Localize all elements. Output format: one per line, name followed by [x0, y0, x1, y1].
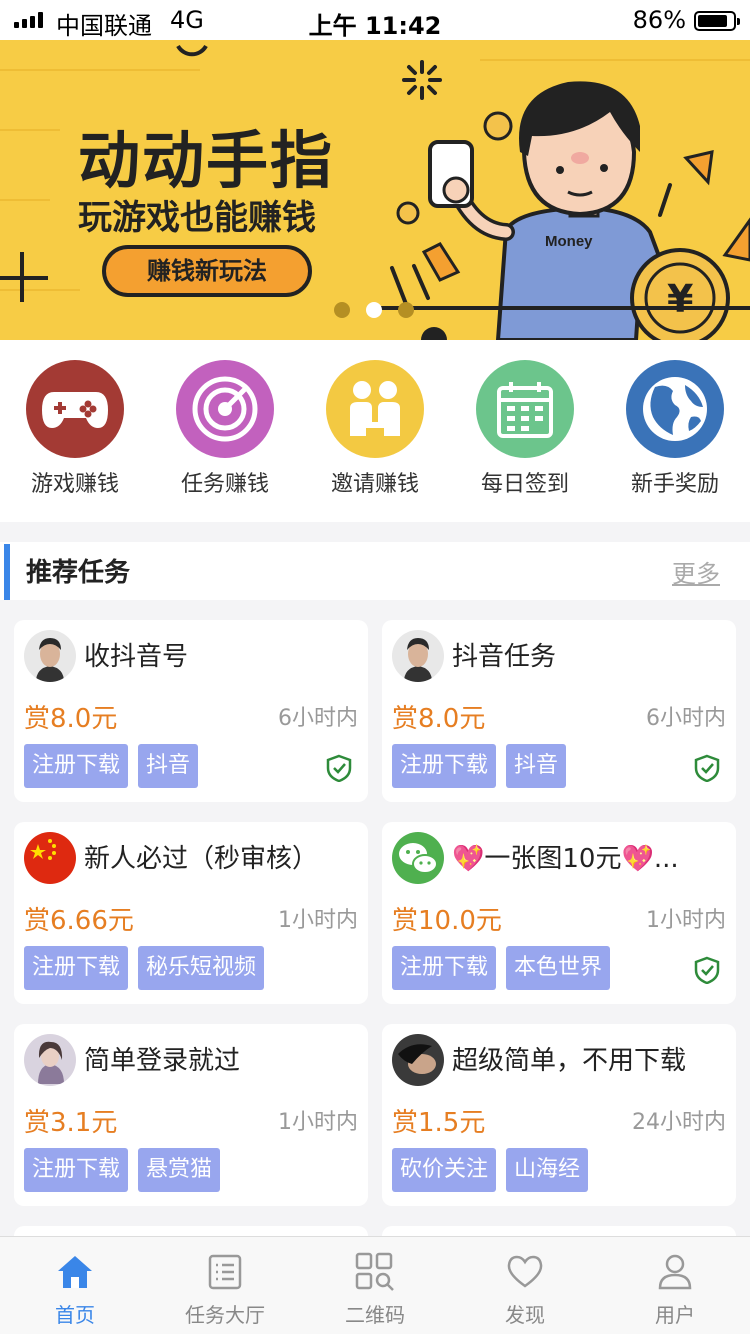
battery-icon: [694, 11, 740, 31]
tab-label: 发现: [505, 1303, 545, 1327]
menu-label: 新手奖励: [630, 472, 719, 497]
wechat-avatar: [392, 832, 444, 884]
task-reward: 赏8.0元: [24, 704, 118, 734]
task-tag: 秘乐短视频: [138, 946, 265, 990]
menu-label: 任务赚钱: [180, 472, 269, 497]
menu-label: 游戏赚钱: [30, 472, 119, 497]
handshake-icon: [326, 360, 424, 458]
task-reward: 赏8.0元: [392, 704, 486, 734]
menu-label: 邀请赚钱: [330, 472, 419, 497]
verified-shield-icon: [694, 956, 720, 984]
task-tag: 本色世界: [506, 946, 611, 990]
battery-percent: 86%: [632, 6, 686, 34]
task-deadline: 1小时内: [278, 908, 358, 933]
verified-shield-icon: [326, 754, 352, 782]
task-title: 新人必过（秒审核）: [84, 844, 319, 874]
task-reward: 赏10.0元: [392, 906, 502, 936]
task-card[interactable]: 💖一张图10元💖... 赏10.0元 1小时内 注册下载 本色世界: [382, 822, 736, 1004]
coin-symbol: ¥: [667, 277, 693, 321]
tab-qrcode[interactable]: 二维码: [300, 1251, 450, 1328]
task-card[interactable]: 简单登录就过 赏3.1元 1小时内 注册下载 悬赏猫: [14, 1024, 368, 1206]
shirt-text: Money: [545, 233, 593, 250]
task-title: 收抖音号: [84, 642, 189, 672]
tab-label: 二维码: [345, 1303, 405, 1327]
dark-avatar: [392, 1034, 444, 1086]
radar-icon: [176, 360, 274, 458]
globe-icon: [626, 360, 724, 458]
tab-label: 用户: [655, 1303, 695, 1327]
section-accent-bar: [4, 544, 10, 600]
task-deadline: 1小时内: [646, 908, 726, 933]
china-flag-avatar: [24, 832, 76, 884]
user-icon: [600, 1251, 750, 1293]
task-tag: 注册下载: [24, 1148, 129, 1192]
task-tag: 注册下载: [24, 744, 129, 788]
menu-daily-signin[interactable]: 每日签到: [470, 360, 580, 498]
tab-home[interactable]: 首页: [0, 1251, 150, 1328]
task-tag: 悬赏猫: [138, 1148, 221, 1192]
gamepad-icon: [26, 360, 124, 458]
list-icon: [150, 1251, 300, 1293]
task-deadline: 1小时内: [278, 1110, 358, 1135]
promo-banner[interactable]: Money ¥ 动动手指 玩游戏也能赚钱 赚钱新玩法: [0, 40, 750, 340]
tab-bar: 首页 任务大厅 二维码 发现 用户: [0, 1236, 750, 1334]
person-avatar: [24, 630, 76, 682]
girl-avatar: [24, 1034, 76, 1086]
home-icon: [0, 1251, 150, 1293]
menu-label: 每日签到: [480, 472, 569, 497]
carousel-dot-active[interactable]: [366, 302, 382, 318]
tab-label: 任务大厅: [185, 1303, 265, 1327]
tab-label: 首页: [55, 1303, 95, 1327]
more-link[interactable]: 更多: [672, 554, 720, 589]
task-deadline: 6小时内: [646, 706, 726, 731]
carousel-dot[interactable]: [398, 302, 414, 318]
banner-cta-button[interactable]: 赚钱新玩法: [102, 245, 312, 297]
task-card[interactable]: 新人必过（秒审核） 赏6.66元 1小时内 注册下载 秘乐短视频: [14, 822, 368, 1004]
task-card[interactable]: 超级简单，不用下载 赏1.5元 24小时内 砍价关注 山海经: [382, 1024, 736, 1206]
task-reward: 赏6.66元: [24, 906, 134, 936]
task-tag: 山海经: [506, 1148, 589, 1192]
tab-discover[interactable]: 发现: [450, 1251, 600, 1328]
verified-shield-icon: [694, 754, 720, 782]
section-header: 推荐任务 更多: [0, 542, 750, 600]
task-tag: 注册下载: [24, 946, 129, 990]
task-reward: 赏1.5元: [392, 1108, 486, 1138]
task-reward: 赏3.1元: [24, 1108, 118, 1138]
tab-user[interactable]: 用户: [600, 1251, 750, 1328]
task-title: 简单登录就过: [84, 1046, 241, 1076]
calendar-icon: [476, 360, 574, 458]
menu-game-earn[interactable]: 游戏赚钱: [20, 360, 130, 498]
task-deadline: 24小时内: [632, 1110, 726, 1135]
menu-task-earn[interactable]: 任务赚钱: [170, 360, 280, 498]
status-bar: 中国联通 4G 上午 11:42 86%: [0, 0, 750, 40]
person-avatar: [392, 630, 444, 682]
task-card[interactable]: 收抖音号 赏8.0元 6小时内 注册下载 抖音: [14, 620, 368, 802]
menu-newbie-reward[interactable]: 新手奖励: [620, 360, 730, 498]
task-deadline: 6小时内: [278, 706, 358, 731]
heart-icon: [450, 1251, 600, 1293]
tab-task-hall[interactable]: 任务大厅: [150, 1251, 300, 1328]
task-tag: 抖音: [506, 744, 567, 788]
task-tag: 砍价关注: [392, 1148, 497, 1192]
task-tag: 注册下载: [392, 744, 497, 788]
task-title: 超级简单，不用下载: [452, 1046, 687, 1076]
quick-menu: 游戏赚钱 任务赚钱 邀请赚钱 每日签到 新手奖励: [0, 340, 750, 522]
banner-title: 动动手指: [78, 124, 335, 197]
task-tag: 注册下载: [392, 946, 497, 990]
carousel-indicator[interactable]: [334, 302, 414, 318]
task-title: 抖音任务: [452, 642, 557, 672]
banner-subtitle: 玩游戏也能赚钱: [78, 198, 316, 238]
carousel-dot[interactable]: [334, 302, 350, 318]
menu-invite-earn[interactable]: 邀请赚钱: [320, 360, 430, 498]
task-card[interactable]: 抖音任务 赏8.0元 6小时内 注册下载 抖音: [382, 620, 736, 802]
task-tag: 抖音: [138, 744, 199, 788]
section-title: 推荐任务: [26, 558, 131, 588]
qrcode-icon: [300, 1251, 450, 1293]
task-title: 💖一张图10元💖...: [452, 844, 679, 874]
